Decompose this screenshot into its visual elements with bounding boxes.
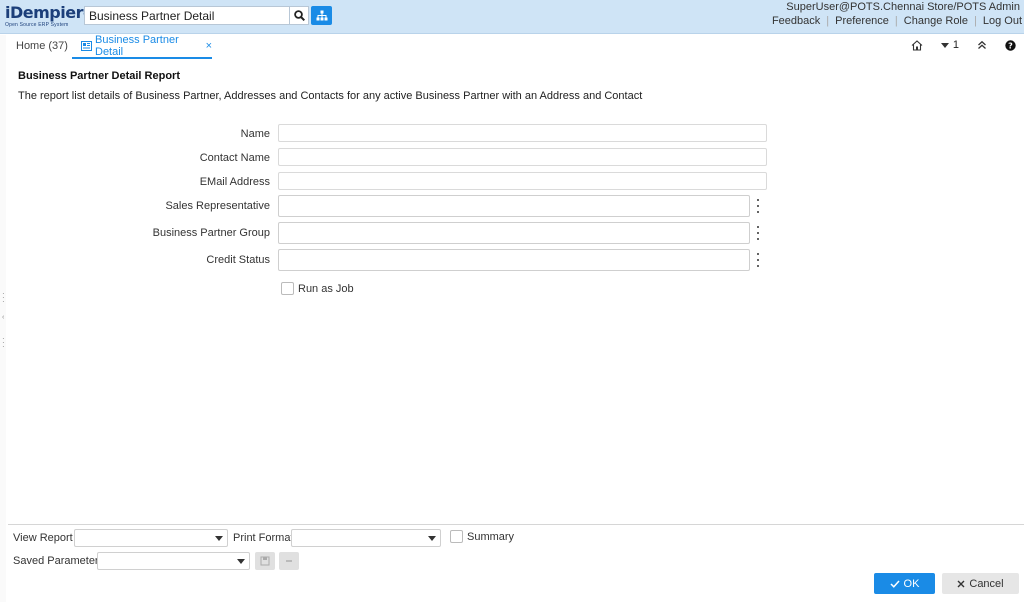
user-context[interactable]: SuperUser@POTS.Chennai Store/POTS Admin	[786, 1, 1020, 13]
tab-business-partner-detail[interactable]: Business Partner Detail ×	[72, 34, 212, 59]
saved-parameters-label: Saved Parameters	[13, 555, 105, 567]
field-row-contact-name: Contact Name	[0, 148, 800, 170]
change-role-link[interactable]: Change Role	[898, 15, 974, 27]
preference-link[interactable]: Preference	[829, 15, 895, 27]
user-links: Feedback | Preference | Change Role | Lo…	[766, 15, 1022, 27]
email-address-label: EMail Address	[199, 176, 270, 188]
caret-down-icon	[215, 535, 223, 541]
collapse-button[interactable]	[977, 40, 987, 50]
credit-status-label: Credit Status	[206, 254, 270, 266]
sales-representative-label: Sales Representative	[165, 200, 270, 212]
cancel-label: Cancel	[969, 577, 1004, 590]
field-row-sales-rep: Sales Representative	[0, 195, 800, 217]
field-row-name: Name	[0, 124, 800, 146]
footer-divider	[8, 524, 1024, 525]
minus-icon	[286, 560, 292, 562]
contact-name-label: Contact Name	[199, 152, 270, 164]
more-options-icon[interactable]	[754, 253, 762, 267]
save-parameters-button[interactable]	[255, 552, 275, 570]
west-panel-splitter[interactable]: · · · ‹ · · ·	[0, 35, 6, 602]
home-icon	[911, 39, 923, 51]
summary-checkbox[interactable]	[450, 530, 463, 543]
close-icon[interactable]: ×	[206, 40, 212, 52]
summary-option[interactable]: Summary	[450, 530, 514, 543]
more-options-icon[interactable]	[754, 226, 762, 240]
run-as-job-label: Run as Job	[298, 282, 354, 295]
logo-text: iDempiere	[5, 3, 94, 22]
save-icon	[260, 556, 270, 566]
search-button[interactable]	[290, 6, 309, 25]
delete-parameters-button[interactable]	[279, 552, 299, 570]
email-address-input[interactable]	[278, 172, 767, 190]
field-row-bp-group: Business Partner Group	[0, 222, 800, 244]
print-format-select[interactable]	[291, 529, 441, 547]
name-input[interactable]	[278, 124, 767, 142]
name-label: Name	[240, 128, 270, 140]
splitter-grip-icon: · · ·	[2, 289, 5, 306]
view-report-dropdown[interactable]	[211, 529, 227, 547]
business-partner-group-label: Business Partner Group	[152, 227, 270, 239]
splitter-grip-icon: · · ·	[2, 334, 5, 351]
double-chevron-up-icon	[978, 40, 986, 49]
field-row-email: EMail Address	[0, 172, 800, 194]
cancel-button[interactable]: Cancel	[942, 573, 1019, 594]
help-icon: ?	[1005, 39, 1016, 51]
log-out-link[interactable]: Log Out	[977, 15, 1022, 27]
more-options-icon[interactable]	[754, 199, 762, 213]
report-description: The report list details of Business Part…	[18, 90, 643, 102]
print-format-dropdown[interactable]	[424, 529, 440, 547]
home-button[interactable]	[911, 39, 923, 51]
report-icon	[81, 41, 92, 51]
help-button[interactable]: ?	[1005, 39, 1016, 51]
header-bar: iDempiere Open Source ERP System Busines…	[0, 0, 1024, 34]
run-as-job-option[interactable]: Run as Job	[281, 282, 354, 295]
svg-text:?: ?	[1008, 41, 1013, 50]
field-row-credit-status: Credit Status	[0, 249, 800, 271]
caret-down-icon	[237, 558, 245, 564]
ok-label: OK	[903, 577, 920, 590]
feedback-link[interactable]: Feedback	[766, 15, 826, 27]
tab-home[interactable]: Home (37)	[16, 40, 68, 52]
sitemap-icon	[316, 10, 327, 21]
logo-subtext: Open Source ERP System	[5, 22, 69, 28]
check-icon	[890, 579, 900, 588]
menu-tree-button[interactable]	[311, 6, 332, 25]
window-list-button[interactable]: 1	[940, 39, 959, 51]
ok-button[interactable]: OK	[874, 573, 935, 594]
caret-down-icon	[428, 535, 436, 541]
tab-tools: 1 ?	[893, 39, 1016, 51]
idempiere-logo[interactable]: iDempiere Open Source ERP System	[5, 3, 94, 31]
saved-parameters-select[interactable]	[97, 552, 250, 570]
view-report-label: View Report	[13, 532, 73, 544]
view-report-select[interactable]	[74, 529, 228, 547]
print-format-label: Print Format	[233, 532, 294, 544]
business-partner-group-input[interactable]	[278, 222, 750, 244]
credit-status-input[interactable]	[278, 249, 750, 271]
global-search-input[interactable]: Business Partner Detail	[84, 6, 290, 25]
tab-label: Business Partner Detail	[95, 34, 179, 58]
expand-arrow-icon[interactable]: ‹	[2, 314, 4, 321]
tab-bar: Home (37) Business Partner Detail × 1 ?	[0, 34, 1024, 59]
saved-parameters-dropdown[interactable]	[233, 552, 249, 570]
window-count: 1	[952, 39, 959, 51]
report-title: Business Partner Detail Report	[18, 70, 180, 82]
run-as-job-checkbox[interactable]	[281, 282, 294, 295]
contact-name-input[interactable]	[278, 148, 767, 166]
sales-representative-input[interactable]	[278, 195, 750, 217]
close-icon	[957, 580, 965, 587]
caret-down-icon	[940, 42, 949, 48]
summary-label: Summary	[467, 530, 515, 543]
search-icon	[293, 10, 305, 21]
